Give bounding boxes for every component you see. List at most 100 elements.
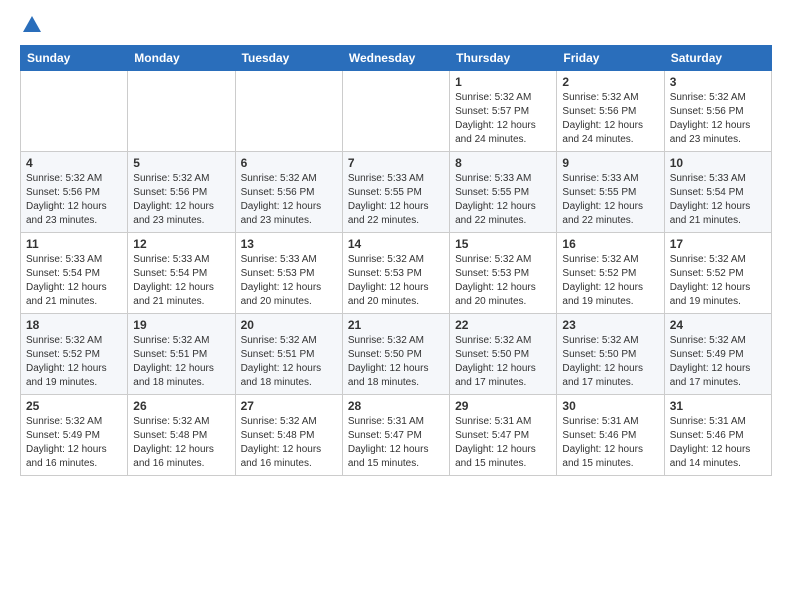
- weekday-thursday: Thursday: [450, 46, 557, 71]
- day-info: Sunrise: 5:32 AMSunset: 5:48 PMDaylight:…: [133, 415, 229, 471]
- day-cell: 3 Sunrise: 5:32 AMSunset: 5:56 PMDaylight…: [664, 71, 771, 152]
- day-cell: 12 Sunrise: 5:33 AMSunset: 5:54 PMDayligh…: [128, 233, 235, 314]
- day-number: 16: [562, 237, 658, 251]
- weekday-sunday: Sunday: [21, 46, 128, 71]
- day-cell: 21 Sunrise: 5:32 AMSunset: 5:50 PMDayligh…: [342, 314, 449, 395]
- day-info: Sunrise: 5:32 AMSunset: 5:49 PMDaylight:…: [670, 334, 766, 390]
- day-number: 15: [455, 237, 551, 251]
- day-info: Sunrise: 5:32 AMSunset: 5:56 PMDaylight:…: [241, 172, 337, 228]
- day-cell: 31 Sunrise: 5:31 AMSunset: 5:46 PMDayligh…: [664, 395, 771, 476]
- day-cell: 29 Sunrise: 5:31 AMSunset: 5:47 PMDayligh…: [450, 395, 557, 476]
- day-cell: 8 Sunrise: 5:33 AMSunset: 5:55 PMDaylight…: [450, 152, 557, 233]
- weekday-monday: Monday: [128, 46, 235, 71]
- day-number: 28: [348, 399, 444, 413]
- day-number: 20: [241, 318, 337, 332]
- day-cell: 14 Sunrise: 5:32 AMSunset: 5:53 PMDayligh…: [342, 233, 449, 314]
- day-number: 12: [133, 237, 229, 251]
- day-info: Sunrise: 5:33 AMSunset: 5:55 PMDaylight:…: [348, 172, 444, 228]
- week-row-1: 1 Sunrise: 5:32 AMSunset: 5:57 PMDaylight…: [21, 71, 772, 152]
- day-info: Sunrise: 5:32 AMSunset: 5:48 PMDaylight:…: [241, 415, 337, 471]
- day-number: 6: [241, 156, 337, 170]
- day-number: 26: [133, 399, 229, 413]
- day-cell: 23Sunrise: 5:32 AMSunset: 5:50 PMDayligh…: [557, 314, 664, 395]
- weekday-saturday: Saturday: [664, 46, 771, 71]
- day-info: Sunrise: 5:32 AMSunset: 5:51 PMDaylight:…: [241, 334, 337, 390]
- day-info: Sunrise: 5:32 AMSunset: 5:57 PMDaylight:…: [455, 91, 551, 147]
- day-number: 9: [562, 156, 658, 170]
- logo: [20, 16, 41, 37]
- day-number: 25: [26, 399, 122, 413]
- day-cell: 7 Sunrise: 5:33 AMSunset: 5:55 PMDaylight…: [342, 152, 449, 233]
- day-info: Sunrise: 5:32 AMSunset: 5:56 PMDaylight:…: [670, 91, 766, 147]
- day-number: 3: [670, 75, 766, 89]
- day-cell: 4 Sunrise: 5:32 AMSunset: 5:56 PMDaylight…: [21, 152, 128, 233]
- day-number: 14: [348, 237, 444, 251]
- day-info: Sunrise: 5:33 AMSunset: 5:55 PMDaylight:…: [562, 172, 658, 228]
- week-row-3: 11 Sunrise: 5:33 AMSunset: 5:54 PMDayligh…: [21, 233, 772, 314]
- day-info: Sunrise: 5:33 AMSunset: 5:55 PMDaylight:…: [455, 172, 551, 228]
- day-cell: [235, 71, 342, 152]
- day-cell: 1 Sunrise: 5:32 AMSunset: 5:57 PMDaylight…: [450, 71, 557, 152]
- week-row-5: 25Sunrise: 5:32 AMSunset: 5:49 PMDayligh…: [21, 395, 772, 476]
- day-info: Sunrise: 5:33 AMSunset: 5:53 PMDaylight:…: [241, 253, 337, 309]
- day-cell: 11 Sunrise: 5:33 AMSunset: 5:54 PMDayligh…: [21, 233, 128, 314]
- day-cell: [128, 71, 235, 152]
- day-number: 30: [562, 399, 658, 413]
- day-info: Sunrise: 5:32 AMSunset: 5:56 PMDaylight:…: [26, 172, 122, 228]
- day-info: Sunrise: 5:32 AMSunset: 5:56 PMDaylight:…: [562, 91, 658, 147]
- day-cell: [342, 71, 449, 152]
- day-cell: 28 Sunrise: 5:31 AMSunset: 5:47 PMDayligh…: [342, 395, 449, 476]
- day-number: 13: [241, 237, 337, 251]
- day-cell: 22 Sunrise: 5:32 AMSunset: 5:50 PMDayligh…: [450, 314, 557, 395]
- day-number: 1: [455, 75, 551, 89]
- day-number: 18: [26, 318, 122, 332]
- day-number: 29: [455, 399, 551, 413]
- day-number: 2: [562, 75, 658, 89]
- day-cell: 27Sunrise: 5:32 AMSunset: 5:48 PMDayligh…: [235, 395, 342, 476]
- day-cell: 17 Sunrise: 5:32 AMSunset: 5:52 PMDayligh…: [664, 233, 771, 314]
- day-number: 4: [26, 156, 122, 170]
- day-info: Sunrise: 5:33 AMSunset: 5:54 PMDaylight:…: [133, 253, 229, 309]
- day-cell: 5Sunrise: 5:32 AMSunset: 5:56 PMDaylight…: [128, 152, 235, 233]
- day-cell: 10Sunrise: 5:33 AMSunset: 5:54 PMDayligh…: [664, 152, 771, 233]
- day-info: Sunrise: 5:32 AMSunset: 5:52 PMDaylight:…: [562, 253, 658, 309]
- weekday-friday: Friday: [557, 46, 664, 71]
- day-cell: 2 Sunrise: 5:32 AMSunset: 5:56 PMDaylight…: [557, 71, 664, 152]
- day-cell: [21, 71, 128, 152]
- day-info: Sunrise: 5:32 AMSunset: 5:53 PMDaylight:…: [348, 253, 444, 309]
- weekday-wednesday: Wednesday: [342, 46, 449, 71]
- day-info: Sunrise: 5:32 AMSunset: 5:50 PMDaylight:…: [455, 334, 551, 390]
- day-cell: 16 Sunrise: 5:32 AMSunset: 5:52 PMDayligh…: [557, 233, 664, 314]
- header: [20, 16, 772, 37]
- day-info: Sunrise: 5:31 AMSunset: 5:47 PMDaylight:…: [348, 415, 444, 471]
- day-number: 21: [348, 318, 444, 332]
- week-row-2: 4 Sunrise: 5:32 AMSunset: 5:56 PMDaylight…: [21, 152, 772, 233]
- day-info: Sunrise: 5:31 AMSunset: 5:47 PMDaylight:…: [455, 415, 551, 471]
- day-info: Sunrise: 5:32 AMSunset: 5:52 PMDaylight:…: [670, 253, 766, 309]
- logo-icon: [23, 16, 41, 32]
- day-number: 31: [670, 399, 766, 413]
- day-cell: 30 Sunrise: 5:31 AMSunset: 5:46 PMDayligh…: [557, 395, 664, 476]
- week-row-4: 18 Sunrise: 5:32 AMSunset: 5:52 PMDayligh…: [21, 314, 772, 395]
- day-info: Sunrise: 5:32 AMSunset: 5:51 PMDaylight:…: [133, 334, 229, 390]
- day-number: 10: [670, 156, 766, 170]
- weekday-tuesday: Tuesday: [235, 46, 342, 71]
- day-info: Sunrise: 5:33 AMSunset: 5:54 PMDaylight:…: [26, 253, 122, 309]
- day-info: Sunrise: 5:31 AMSunset: 5:46 PMDaylight:…: [562, 415, 658, 471]
- day-number: 23: [562, 318, 658, 332]
- day-number: 8: [455, 156, 551, 170]
- day-info: Sunrise: 5:32 AMSunset: 5:52 PMDaylight:…: [26, 334, 122, 390]
- day-number: 5: [133, 156, 229, 170]
- day-cell: 15Sunrise: 5:32 AMSunset: 5:53 PMDayligh…: [450, 233, 557, 314]
- day-cell: 26 Sunrise: 5:32 AMSunset: 5:48 PMDayligh…: [128, 395, 235, 476]
- day-number: 22: [455, 318, 551, 332]
- day-info: Sunrise: 5:32 AMSunset: 5:50 PMDaylight:…: [348, 334, 444, 390]
- day-cell: 6 Sunrise: 5:32 AMSunset: 5:56 PMDaylight…: [235, 152, 342, 233]
- weekday-header-row: SundayMondayTuesdayWednesdayThursdayFrid…: [21, 46, 772, 71]
- day-number: 11: [26, 237, 122, 251]
- day-number: 17: [670, 237, 766, 251]
- day-number: 7: [348, 156, 444, 170]
- day-cell: 9 Sunrise: 5:33 AMSunset: 5:55 PMDaylight…: [557, 152, 664, 233]
- day-number: 24: [670, 318, 766, 332]
- day-info: Sunrise: 5:31 AMSunset: 5:46 PMDaylight:…: [670, 415, 766, 471]
